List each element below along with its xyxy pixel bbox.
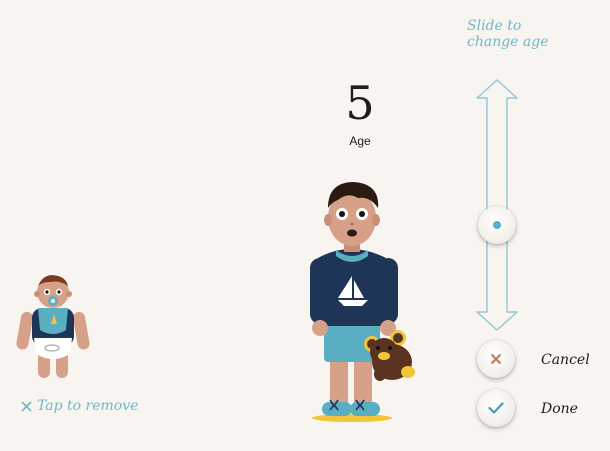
slide-hint: Slide to change age — [467, 18, 597, 50]
check-mark-icon — [488, 399, 504, 418]
age-label: Age — [349, 134, 371, 148]
tap-to-remove-label: Tap to remove — [37, 398, 139, 414]
tap-to-remove-button[interactable]: Tap to remove — [20, 398, 138, 414]
done-button[interactable] — [477, 389, 515, 427]
cancel-button[interactable] — [477, 340, 515, 378]
age-slider-knob[interactable] — [478, 206, 516, 244]
close-icon — [20, 400, 33, 413]
slide-hint-line1: Slide to — [467, 18, 522, 34]
age-value: 5 — [345, 76, 375, 130]
age-slider-track[interactable] — [474, 78, 520, 332]
child-figure — [300, 178, 430, 424]
slider-dot-icon — [493, 221, 501, 229]
done-label[interactable]: Done — [541, 401, 578, 417]
slide-hint-line2: change age — [467, 34, 549, 50]
cancel-label[interactable]: Cancel — [541, 352, 590, 368]
x-mark-icon — [490, 350, 502, 369]
baby-figure[interactable] — [14, 268, 92, 384]
